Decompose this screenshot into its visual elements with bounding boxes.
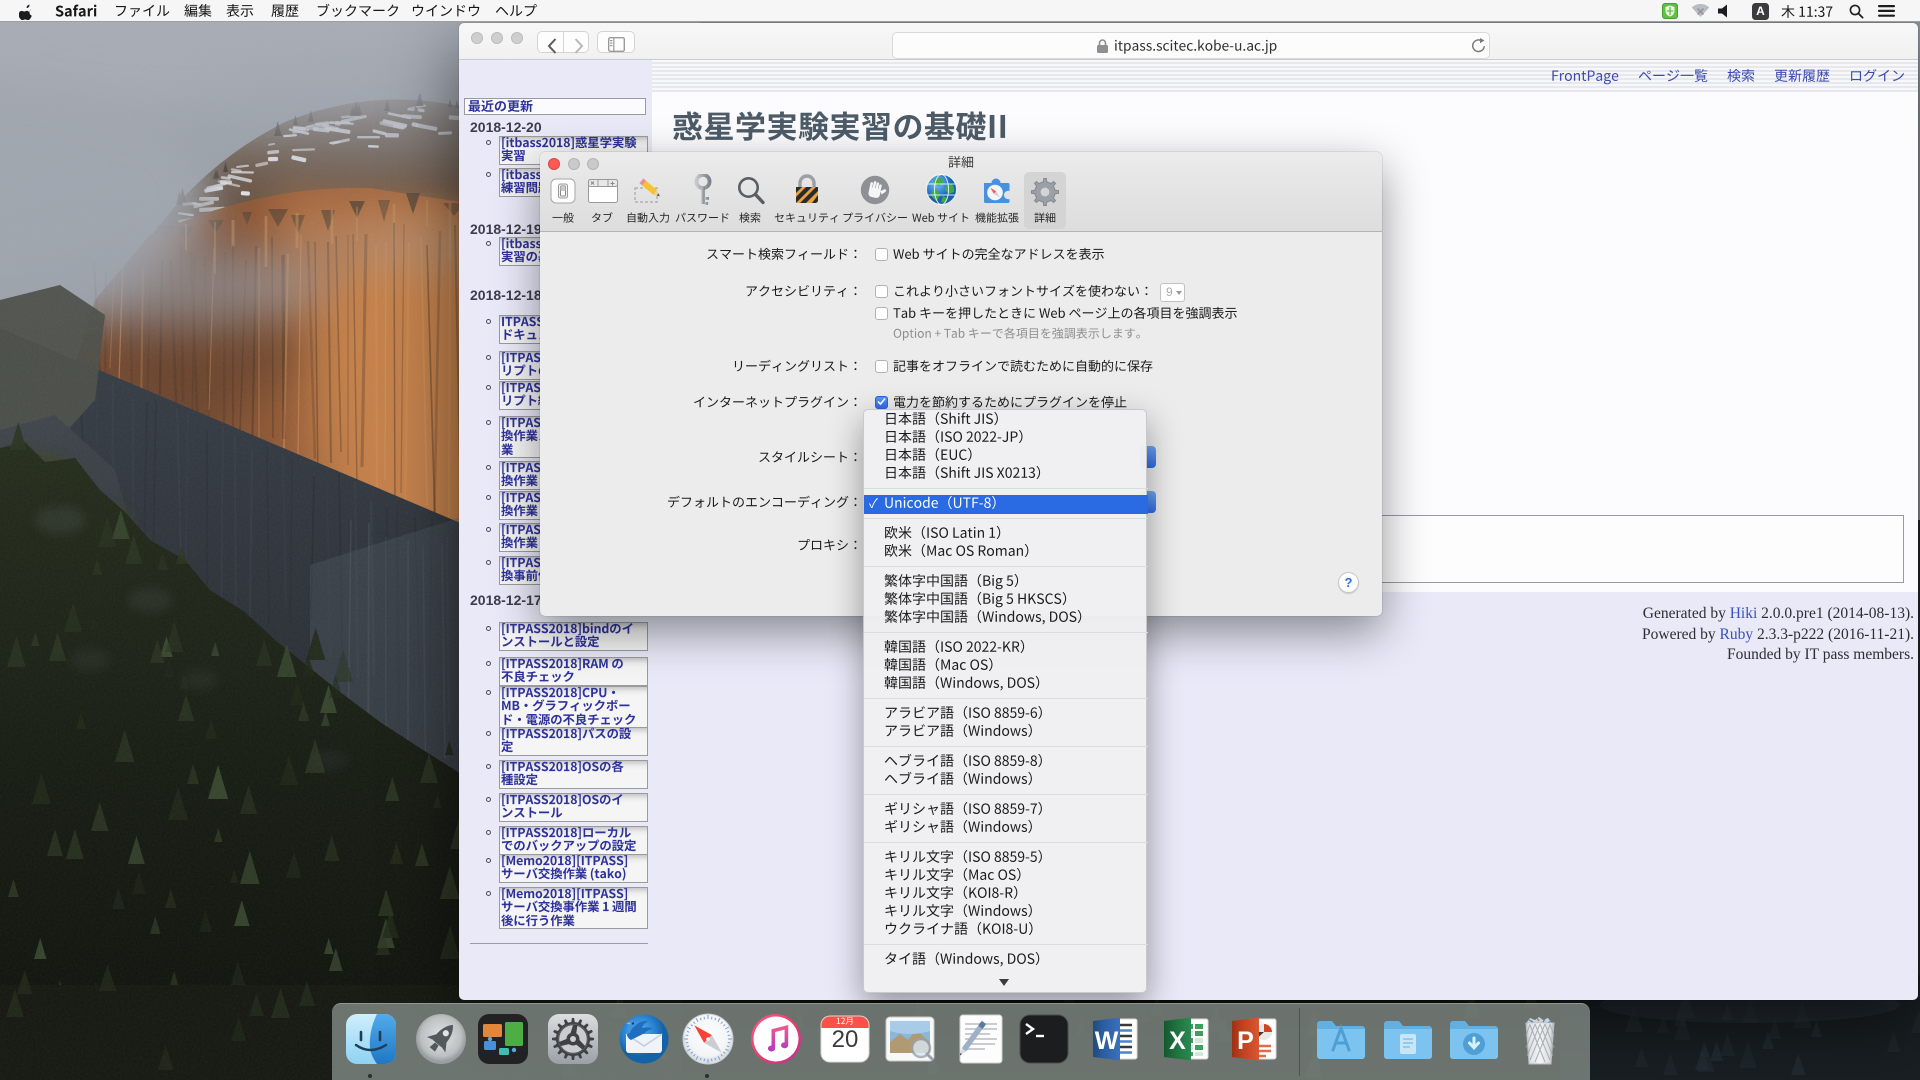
svg-text:X: X (1169, 1027, 1186, 1055)
svg-text:W: W (1095, 1027, 1119, 1055)
svg-text:P: P (1237, 1027, 1254, 1055)
